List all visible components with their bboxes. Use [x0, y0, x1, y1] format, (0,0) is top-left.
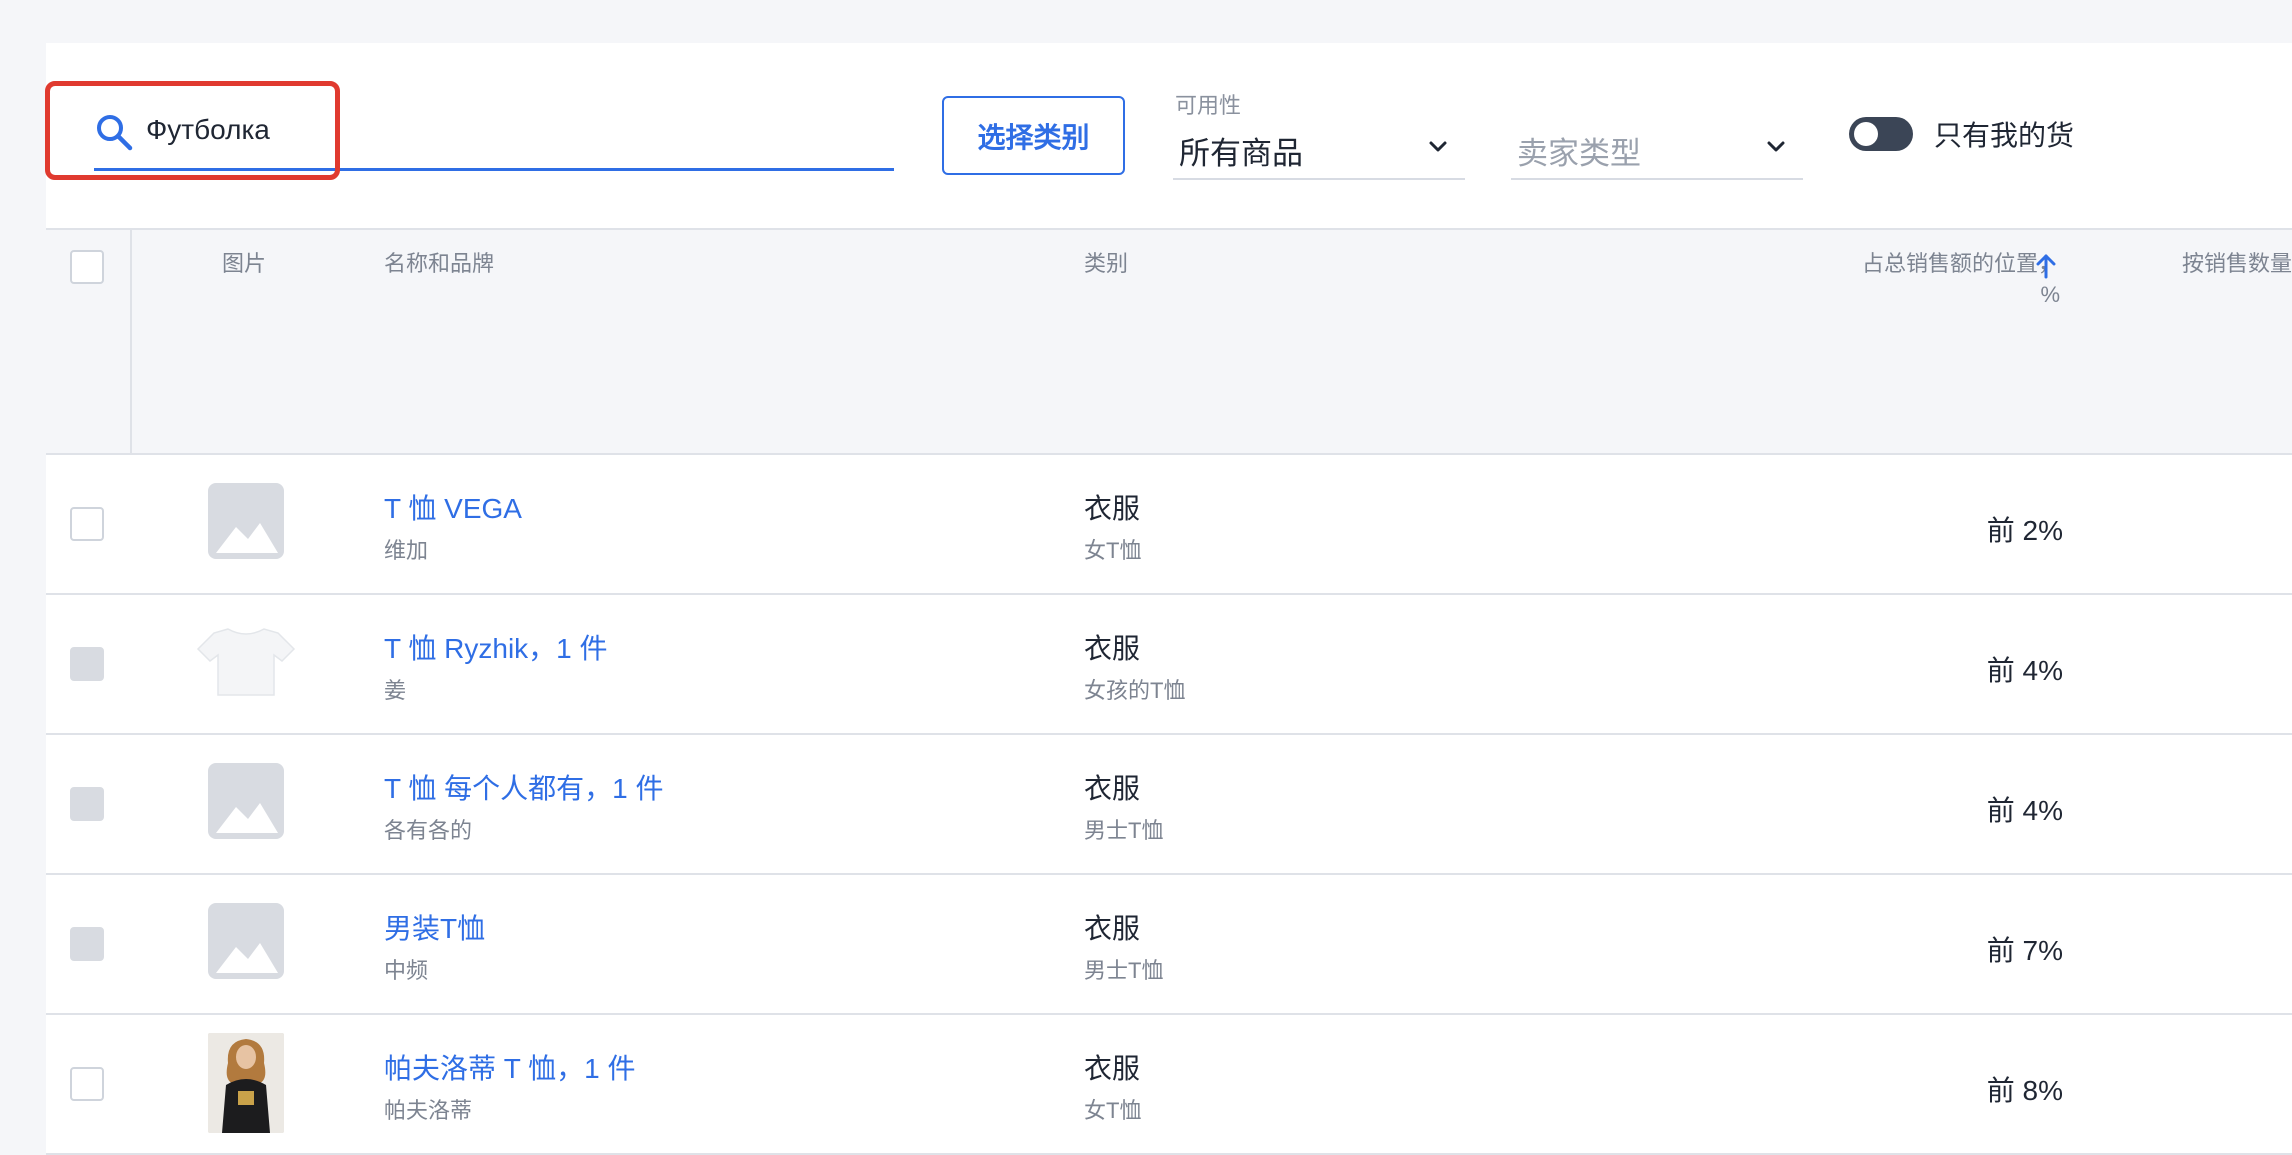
product-brand: 姜 [384, 678, 407, 703]
product-subcategory: 男士T恤 [1084, 818, 1164, 843]
header-name-brand: 名称和品牌 [384, 251, 495, 276]
table-row[interactable]: 男装T恤 中频 衣服 男士T恤 前 7% [46, 875, 2292, 1015]
row-checkbox[interactable] [70, 647, 104, 681]
product-name-link[interactable]: T 恤 每个人都有，1 件 [384, 767, 664, 807]
only-my-goods-label: 只有我的货 [1934, 120, 2075, 151]
table-row[interactable]: T 恤 每个人都有，1 件 各有各的 衣服 男士T恤 前 4% [46, 735, 2292, 875]
row-checkbox[interactable] [70, 787, 104, 821]
product-category: 衣服 [1084, 493, 1141, 524]
product-subcategory: 女T恤 [1084, 1098, 1142, 1123]
header-category: 类别 [1084, 251, 1129, 276]
chevron-down-icon [1429, 141, 1447, 152]
sales-share-value: 前 7% [1986, 935, 2063, 966]
table-row[interactable]: T 恤 VEGA 维加 衣服 女T恤 前 2% [46, 455, 2292, 595]
row-checkbox[interactable] [70, 927, 104, 961]
product-name-link[interactable]: T 恤 Ryzhik，1 件 [384, 627, 608, 667]
availability-label: 可用性 [1175, 93, 1242, 118]
product-brand: 各有各的 [384, 818, 473, 843]
product-category: 衣服 [1084, 633, 1141, 664]
sales-share-value: 前 2% [1986, 515, 2063, 546]
product-subcategory: 女孩的T恤 [1084, 678, 1186, 703]
product-photo-image [208, 1033, 284, 1133]
product-category: 衣服 [1084, 913, 1141, 944]
product-category: 衣服 [1084, 773, 1141, 804]
header-image: 图片 [222, 251, 267, 276]
seller-type-select[interactable]: 卖家类型 [1511, 86, 1803, 180]
product-brand: 维加 [384, 538, 429, 563]
row-checkbox[interactable] [70, 1067, 104, 1101]
product-name-link[interactable]: 男装T恤 [384, 907, 485, 947]
header-sales-quantity[interactable]: 按销售数量 [2182, 248, 2292, 279]
top-strip [46, 0, 2292, 12]
availability-value: 所有商品 [1179, 136, 1303, 171]
seller-type-placeholder: 卖家类型 [1517, 136, 1641, 171]
product-subcategory: 女T恤 [1084, 538, 1142, 563]
product-subcategory: 男士T恤 [1084, 958, 1164, 983]
search-icon [97, 115, 133, 151]
image-placeholder-icon [208, 483, 284, 559]
product-category: 衣服 [1084, 1053, 1141, 1084]
product-name-link[interactable]: T 恤 VEGA [384, 487, 522, 527]
sort-ascending-icon[interactable] [2030, 250, 2062, 282]
search-input[interactable] [146, 110, 746, 150]
search-field[interactable] [94, 100, 894, 171]
image-placeholder-icon [208, 763, 284, 839]
select-category-button[interactable]: 选择类别 [942, 96, 1125, 175]
select-all-checkbox[interactable] [70, 250, 104, 284]
availability-select[interactable]: 可用性 所有商品 [1173, 86, 1465, 180]
only-my-goods-toggle[interactable] [1849, 117, 1913, 151]
sales-share-value: 前 4% [1986, 795, 2063, 826]
product-brand: 帕夫洛蒂 [384, 1098, 473, 1123]
toggle-knob [1854, 122, 1878, 146]
white-tshirt-image [196, 623, 296, 699]
row-checkbox[interactable] [70, 507, 104, 541]
chevron-down-icon [1767, 141, 1785, 152]
image-placeholder-icon [208, 903, 284, 979]
sales-share-value: 前 8% [1986, 1075, 2063, 1106]
product-name-link[interactable]: 帕夫洛蒂 T 恤，1 件 [384, 1047, 636, 1087]
table-row[interactable]: 帕夫洛蒂 T 恤，1 件 帕夫洛蒂 衣服 女T恤 前 8% [46, 1015, 2292, 1155]
sales-share-value: 前 4% [1986, 655, 2063, 686]
table-row[interactable]: T 恤 Ryzhik，1 件 姜 衣服 女孩的T恤 前 4% [46, 595, 2292, 735]
header-sales-share[interactable]: 占总销售额的位置， % [1770, 248, 2060, 310]
product-brand: 中频 [384, 958, 429, 983]
